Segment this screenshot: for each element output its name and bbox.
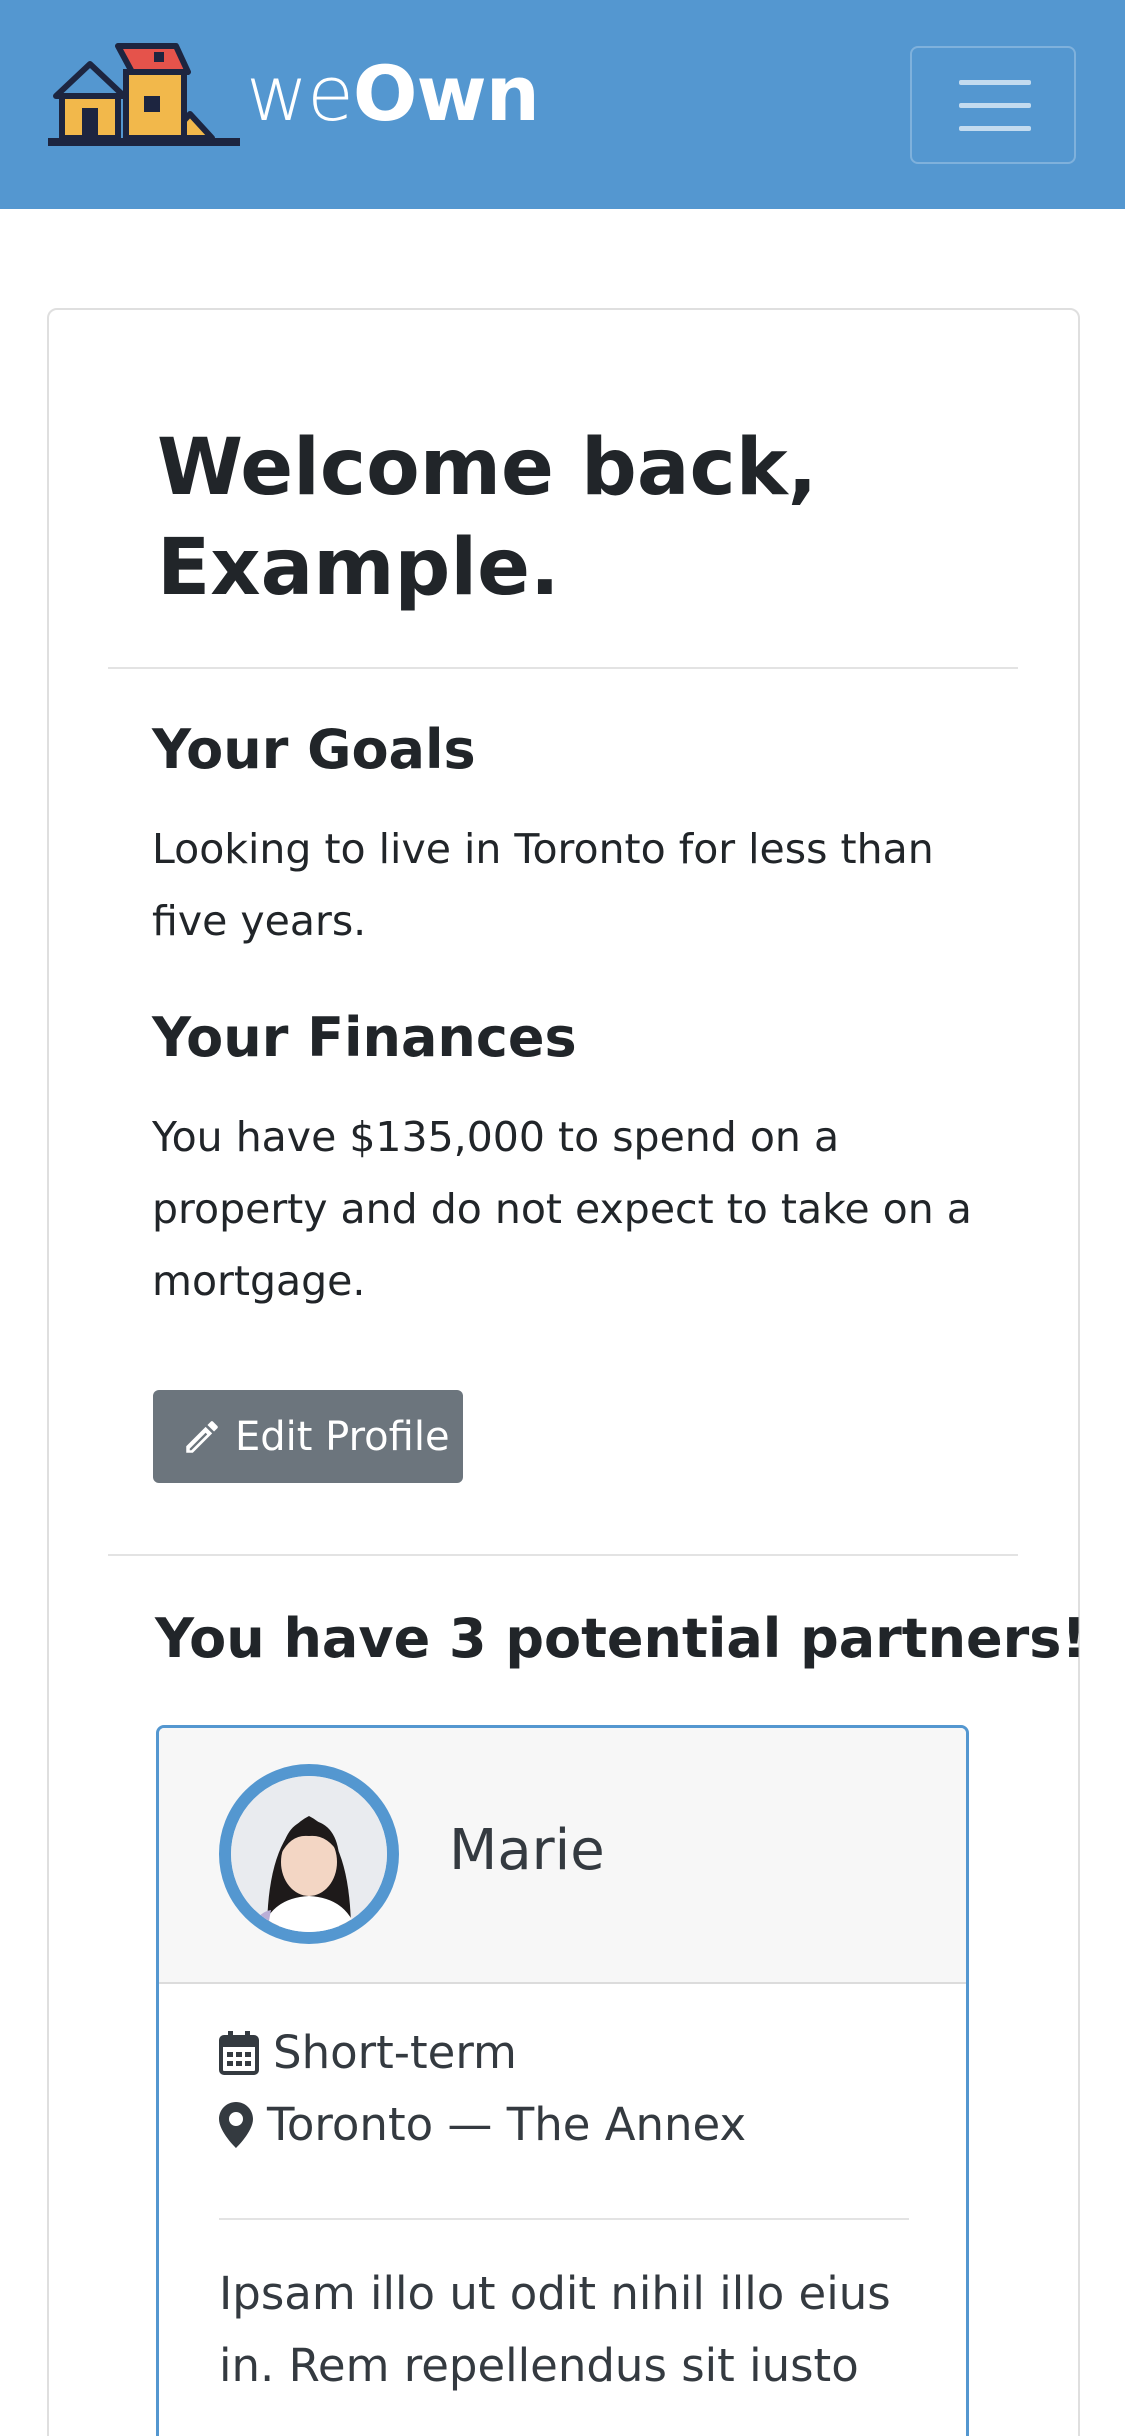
goals-heading: Your Goals bbox=[152, 718, 476, 781]
welcome-title: Welcome back, Example. bbox=[157, 423, 818, 613]
partner-name: Marie bbox=[449, 1818, 605, 1883]
partner-term-label: Short-term bbox=[273, 2026, 517, 2079]
brand-link[interactable]: weOwn bbox=[48, 38, 540, 150]
partner-location-label: Toronto — The Annex bbox=[267, 2098, 747, 2151]
brand-name: weOwn bbox=[246, 49, 540, 138]
houses-logo-icon bbox=[48, 43, 240, 146]
partner-divider bbox=[219, 2218, 909, 2220]
avatar bbox=[219, 1764, 399, 1944]
partner-bio: Ipsam illo ut odit nihil illo eius in. R… bbox=[219, 2267, 891, 2392]
finances-text: You have $135,000 to spend on a property… bbox=[152, 1113, 972, 1305]
pencil-icon bbox=[186, 1420, 218, 1453]
section-divider bbox=[108, 1554, 1018, 1556]
partner-location: Toronto — The Annex bbox=[219, 2098, 746, 2151]
avatar-photo bbox=[231, 1776, 387, 1932]
partners-heading: You have 3 potential partners! bbox=[155, 1607, 1087, 1670]
goals-text: Looking to live in Toronto for less than… bbox=[152, 825, 934, 945]
menu-toggle-button[interactable] bbox=[910, 46, 1076, 164]
edit-profile-button[interactable]: Edit Profile bbox=[153, 1390, 463, 1483]
map-marker-icon bbox=[219, 2101, 253, 2148]
section-divider bbox=[108, 667, 1018, 669]
calendar-icon bbox=[219, 2030, 259, 2075]
top-navbar: weOwn bbox=[0, 0, 1125, 209]
partner-term: Short-term bbox=[219, 2026, 517, 2079]
partner-card[interactable]: Marie Short-term Toronto — The Annex Ips… bbox=[156, 1725, 969, 2436]
partner-card-header: Marie bbox=[159, 1728, 966, 1984]
edit-profile-label: Edit Profile bbox=[235, 1413, 450, 1460]
finances-heading: Your Finances bbox=[152, 1006, 577, 1069]
